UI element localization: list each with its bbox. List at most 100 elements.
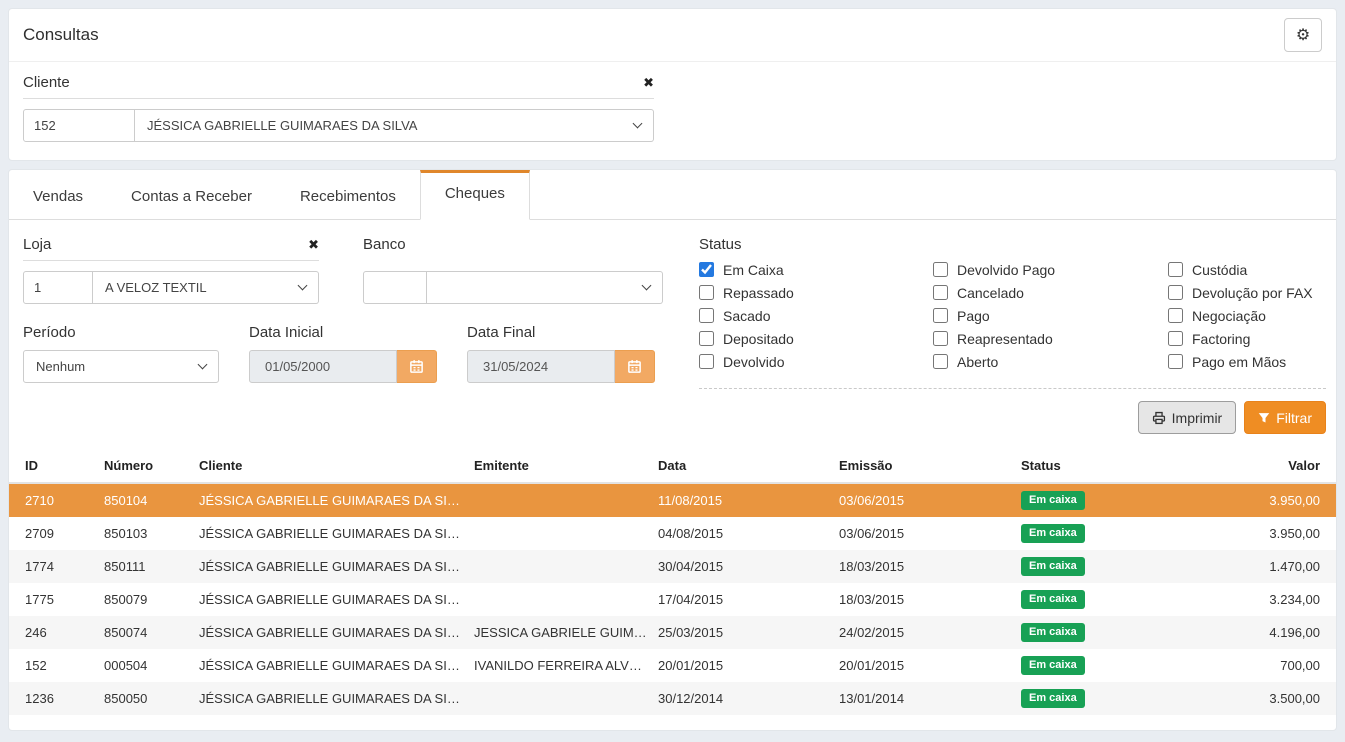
cliente-selected-name: JÉSSICA GABRIELLE GUIMARAES DA SILVA (147, 118, 417, 133)
status-label: Status (699, 236, 1326, 253)
checkbox-input[interactable] (699, 308, 714, 323)
checkbox-input[interactable] (699, 285, 714, 300)
cell-numero: 850050 (100, 682, 195, 715)
data-inicial-calendar-button[interactable] (397, 350, 437, 383)
table-row[interactable]: 1775 850079 JÉSSICA GABRIELLE GUIMARAES … (9, 583, 1336, 616)
filter-area: Loja ✖ A VELOZ TEXTIL Banco (9, 220, 1336, 434)
column-header-data: Data (654, 448, 835, 483)
checkbox-input[interactable] (933, 331, 948, 346)
loja-code-input[interactable] (23, 271, 93, 304)
status-checkbox-aberto[interactable]: Aberto (933, 353, 1168, 370)
status-checkbox-reapresentado[interactable]: Reapresentado (933, 330, 1168, 347)
checkbox-input[interactable] (933, 354, 948, 369)
data-final-label: Data Final (467, 324, 655, 341)
column-header-numero: Número (100, 448, 195, 483)
cell-valor: 3.950,00 (1167, 517, 1336, 550)
checkbox-input[interactable] (1168, 331, 1183, 346)
loja-clear-icon[interactable]: ✖ (308, 238, 319, 251)
cell-data: 20/01/2015 (654, 649, 835, 682)
filtrar-button[interactable]: Filtrar (1244, 401, 1326, 434)
imprimir-label: Imprimir (1172, 410, 1223, 426)
table-row[interactable]: 2709 850103 JÉSSICA GABRIELLE GUIMARAES … (9, 517, 1336, 550)
status-checkbox-repassado[interactable]: Repassado (699, 284, 933, 301)
status-checkbox-em-caixa[interactable]: Em Caixa (699, 261, 933, 278)
data-inicial-input[interactable] (249, 350, 397, 383)
status-checkbox-devolvido[interactable]: Devolvido (699, 353, 933, 370)
status-checkbox-sacado[interactable]: Sacado (699, 307, 933, 324)
tab-contas-a-receber[interactable]: Contas a Receber (107, 170, 276, 219)
tab-vendas[interactable]: Vendas (9, 170, 107, 219)
cell-status: Em caixa (1017, 649, 1167, 682)
cell-valor: 1.470,00 (1167, 550, 1336, 583)
checkbox-input[interactable] (1168, 308, 1183, 323)
checkbox-input[interactable] (933, 262, 948, 277)
tab-bar: Vendas Contas a Receber Recebimentos Che… (9, 170, 1336, 220)
checkbox-label: Devolvido (723, 354, 784, 370)
filter-funnel-icon (1258, 412, 1270, 424)
banco-group: Banco (363, 236, 663, 304)
data-inicial-group: Data Inicial (249, 324, 437, 383)
checkbox-input[interactable] (699, 354, 714, 369)
checkbox-input[interactable] (1168, 262, 1183, 277)
checkbox-label: Reapresentado (957, 331, 1053, 347)
settings-button[interactable]: ⚙ (1284, 18, 1322, 52)
tab-recebimentos[interactable]: Recebimentos (276, 170, 420, 219)
cliente-code-input[interactable] (23, 109, 135, 142)
status-checkbox-factoring[interactable]: Factoring (1168, 330, 1326, 347)
cell-valor: 700,00 (1167, 649, 1336, 682)
periodo-selected: Nenhum (36, 359, 85, 374)
status-checkbox-pago[interactable]: Pago (933, 307, 1168, 324)
checkbox-input[interactable] (699, 331, 714, 346)
status-badge: Em caixa (1021, 524, 1085, 543)
status-badge: Em caixa (1021, 557, 1085, 576)
cell-valor: 4.196,00 (1167, 616, 1336, 649)
status-checkbox-pago-em-maos[interactable]: Pago em Mãos (1168, 353, 1326, 370)
panel-header: Consultas ⚙ (9, 9, 1336, 62)
checkbox-label: Depositado (723, 331, 794, 347)
status-checkbox-devolvido-pago[interactable]: Devolvido Pago (933, 261, 1168, 278)
banco-select[interactable] (427, 271, 663, 304)
checkbox-input[interactable] (1168, 285, 1183, 300)
cliente-select[interactable]: JÉSSICA GABRIELLE GUIMARAES DA SILVA (135, 109, 654, 142)
periodo-group: Período Nenhum (23, 324, 219, 383)
cell-status: Em caixa (1017, 682, 1167, 715)
checkbox-input[interactable] (933, 308, 948, 323)
checkbox-label: Aberto (957, 354, 998, 370)
status-checkbox-devolucao-por-fax[interactable]: Devolução por FAX (1168, 284, 1326, 301)
checkbox-input[interactable] (933, 285, 948, 300)
periodo-select[interactable]: Nenhum (23, 350, 219, 383)
chevron-down-icon (298, 281, 308, 291)
cell-emitente (470, 483, 654, 517)
column-header-valor: Valor (1167, 448, 1336, 483)
table-row[interactable]: 1236 850050 JÉSSICA GABRIELLE GUIMARAES … (9, 682, 1336, 715)
data-final-input[interactable] (467, 350, 615, 383)
checkbox-input[interactable] (699, 262, 714, 277)
cell-emitente (470, 682, 654, 715)
banco-code-input[interactable] (363, 271, 427, 304)
status-checkbox-custodia[interactable]: Custódia (1168, 261, 1326, 278)
tab-cheques[interactable]: Cheques (420, 170, 530, 220)
loja-select[interactable]: A VELOZ TEXTIL (93, 271, 319, 304)
cell-numero: 000504 (100, 649, 195, 682)
imprimir-button[interactable]: Imprimir (1138, 401, 1237, 434)
status-badge: Em caixa (1021, 656, 1085, 675)
status-badge: Em caixa (1021, 623, 1085, 642)
table-row[interactable]: 152 000504 JÉSSICA GABRIELLE GUIMARAES D… (9, 649, 1336, 682)
cell-numero: 850103 (100, 517, 195, 550)
loja-label: Loja (23, 236, 51, 253)
checkbox-label: Sacado (723, 308, 770, 324)
column-header-status: Status (1017, 448, 1167, 483)
status-checkbox-negociacao[interactable]: Negociação (1168, 307, 1326, 324)
data-final-group: Data Final (467, 324, 655, 383)
checkbox-input[interactable] (1168, 354, 1183, 369)
cliente-clear-icon[interactable]: ✖ (643, 76, 654, 89)
data-final-calendar-button[interactable] (615, 350, 655, 383)
table-row[interactable]: 1774 850111 JÉSSICA GABRIELLE GUIMARAES … (9, 550, 1336, 583)
checkbox-label: Em Caixa (723, 262, 784, 278)
loja-field-head: Loja ✖ (23, 236, 319, 261)
status-checkbox-depositado[interactable]: Depositado (699, 330, 933, 347)
status-checkbox-cancelado[interactable]: Cancelado (933, 284, 1168, 301)
table-row-selected[interactable]: 2710 850104 JÉSSICA GABRIELLE GUIMARAES … (9, 483, 1336, 517)
table-row[interactable]: 246 850074 JÉSSICA GABRIELLE GUIMARAES D… (9, 616, 1336, 649)
cell-valor: 3.500,00 (1167, 682, 1336, 715)
